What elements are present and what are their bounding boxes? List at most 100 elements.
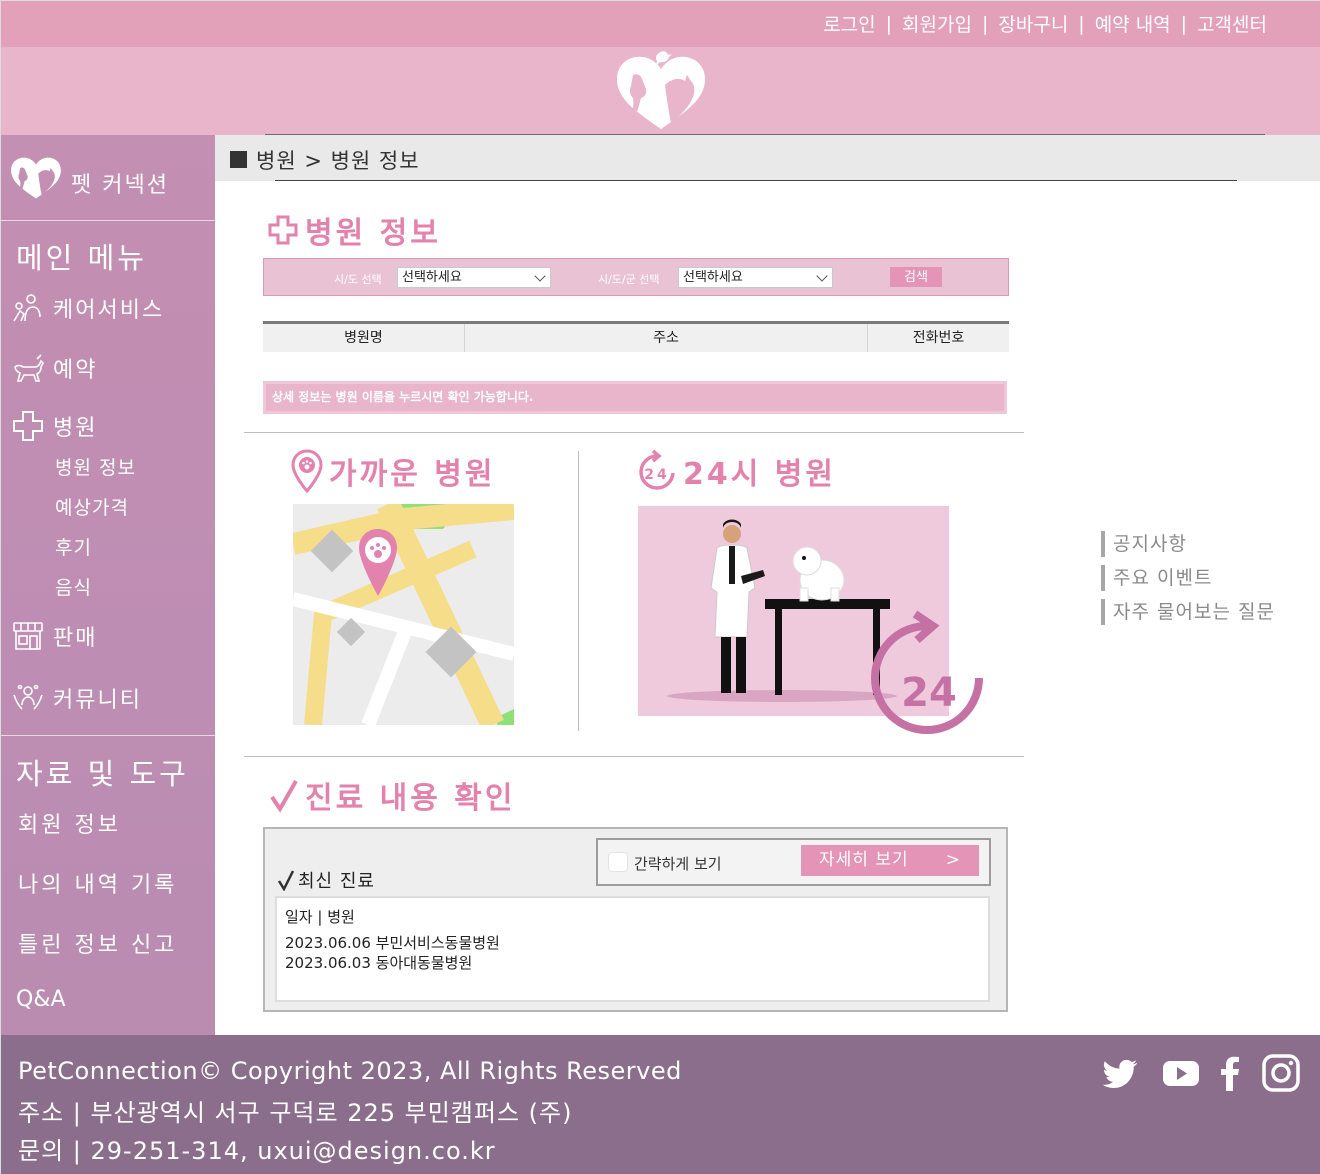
sidebar-item-label: 병원 bbox=[53, 416, 98, 441]
region-select[interactable]: 선택하세요 bbox=[397, 267, 551, 288]
instagram-icon[interactable] bbox=[1261, 1053, 1301, 1093]
region-select-value: 선택하세요 bbox=[402, 270, 462, 285]
region-label: 시/도 선택 bbox=[334, 273, 382, 286]
sidebar-item-sales[interactable]: 판매 bbox=[11, 619, 97, 653]
top-bar: 로그인 | 회원가입 | 장바구니 | 예약 내역 | 고객센터 bbox=[1, 1, 1320, 47]
location-pin-icon bbox=[291, 449, 323, 493]
treatment-controls: 간략하게 보기 자세히 보기 > bbox=[596, 838, 991, 886]
login-link[interactable]: 로그인 bbox=[823, 10, 875, 37]
treatment-title: 진료 내용 확인 bbox=[269, 773, 516, 817]
sidebar-item-reservation[interactable]: 예약 bbox=[11, 351, 97, 385]
section-divider bbox=[244, 432, 1024, 433]
column-header-address: 주소 bbox=[465, 324, 868, 352]
hospital-cross-icon bbox=[268, 215, 298, 245]
hospital-info-title-text: 병원 정보 bbox=[305, 216, 441, 251]
header bbox=[1, 47, 1320, 135]
twitter-icon[interactable] bbox=[1101, 1053, 1141, 1093]
24h-hospital-title-text: 24시 병원 bbox=[683, 457, 836, 492]
column-header-name: 병원명 bbox=[263, 324, 465, 352]
recent-treatment: 최신 진료 bbox=[277, 867, 375, 893]
section-divider bbox=[244, 756, 1024, 757]
records-header: 일자 | 병원 bbox=[285, 908, 355, 926]
clock-24-icon-text: 24 bbox=[644, 467, 669, 483]
right-quick-links: 공지사항 주요 이벤트 자주 물어보는 질문 bbox=[1101, 531, 1275, 633]
district-select-value: 선택하세요 bbox=[683, 270, 743, 285]
clock-24-icon: 24 bbox=[639, 449, 675, 490]
nearby-hospital-title: 가까운 병원 bbox=[291, 449, 495, 493]
checkmark-icon bbox=[270, 780, 298, 813]
sidebar-link-member-info[interactable]: 회원 정보 bbox=[18, 807, 121, 839]
24h-badge-text: 24 bbox=[901, 670, 957, 716]
sidebar-item-hospital[interactable]: 병원 bbox=[11, 409, 97, 443]
treatment-panel: 간략하게 보기 자세히 보기 > 최신 진료 일자 | 병원 2023.06.0… bbox=[263, 827, 1008, 1012]
community-icon bbox=[13, 684, 43, 710]
district-label: 시/도/군 선택 bbox=[598, 273, 660, 286]
chevron-right-icon: > bbox=[945, 850, 961, 870]
column-divider bbox=[578, 451, 579, 731]
sidebar: 펫 커넥션 메인 메뉴 케어서비스 예약 병원 병원 정보 예상가격 후기 음식 bbox=[1, 135, 215, 1035]
breadcrumb-text: 병원 > 병원 정보 bbox=[256, 149, 420, 173]
notice-link[interactable]: 공지사항 bbox=[1101, 531, 1275, 557]
24h-hospital-title: 24 24시 병원 bbox=[637, 449, 836, 493]
page: 로그인 | 회원가입 | 장바구니 | 예약 내역 | 고객센터 펫 커넥션 메… bbox=[0, 0, 1320, 1174]
sidebar-brand[interactable]: 펫 커넥션 bbox=[1, 135, 215, 221]
view-details-label: 자세히 보기 bbox=[819, 850, 909, 870]
sidebar-sub-reviews[interactable]: 후기 bbox=[55, 533, 92, 560]
footer: PetConnection© Copyright 2023, All Right… bbox=[1, 1035, 1320, 1174]
separator: | bbox=[1078, 12, 1085, 35]
sidebar-item-label: 케어서비스 bbox=[53, 298, 165, 323]
reservations-link[interactable]: 예약 내역 bbox=[1095, 10, 1171, 37]
faq-link[interactable]: 자주 물어보는 질문 bbox=[1101, 599, 1275, 625]
youtube-icon[interactable] bbox=[1161, 1053, 1201, 1093]
sidebar-item-label: 커뮤니티 bbox=[53, 688, 142, 713]
list-item[interactable]: 2023.06.06 부민서비스동물병원 bbox=[285, 933, 980, 953]
district-select[interactable]: 선택하세요 bbox=[678, 267, 833, 288]
separator: | bbox=[885, 12, 893, 35]
sidebar-item-community[interactable]: 커뮤니티 bbox=[11, 681, 142, 715]
dog-walk-icon bbox=[14, 354, 44, 382]
list-item[interactable]: 2023.06.03 동아대동물병원 bbox=[285, 953, 980, 973]
breadcrumb-bottom-line bbox=[275, 180, 1237, 181]
chevron-down-icon bbox=[816, 270, 828, 282]
sidebar-link-qna[interactable]: Q&A bbox=[16, 987, 66, 1012]
events-link[interactable]: 주요 이벤트 bbox=[1101, 565, 1275, 591]
sidebar-link-report-error[interactable]: 틀린 정보 신고 bbox=[18, 927, 177, 959]
cart-link[interactable]: 장바구니 bbox=[998, 10, 1068, 37]
hospital-cross-icon bbox=[13, 411, 43, 441]
sidebar-link-my-history[interactable]: 나의 내역 기록 bbox=[18, 867, 177, 899]
sidebar-sub-food[interactable]: 음식 bbox=[55, 573, 92, 600]
brand-name: 펫 커넥션 bbox=[71, 173, 169, 198]
simple-view-checkbox[interactable] bbox=[608, 852, 628, 872]
nearby-hospital-map[interactable] bbox=[293, 504, 514, 725]
chevron-down-icon bbox=[534, 270, 546, 282]
signup-link[interactable]: 회원가입 bbox=[902, 10, 972, 37]
search-button[interactable]: 검색 bbox=[890, 267, 942, 287]
sidebar-item-label: 예약 bbox=[53, 358, 98, 383]
pet-connection-logo-icon bbox=[11, 157, 61, 199]
recent-treatment-label: 최신 진료 bbox=[298, 871, 375, 892]
simple-view-label[interactable]: 간략하게 보기 bbox=[634, 853, 722, 874]
column-header-phone: 전화번호 bbox=[912, 330, 965, 346]
footer-contact: 문의 | 29-251-314, uxui@design.co.kr bbox=[18, 1137, 496, 1165]
main-menu-title: 메인 메뉴 bbox=[16, 241, 147, 275]
footer-copyright: PetConnection© Copyright 2023, All Right… bbox=[18, 1057, 682, 1085]
sidebar-sub-expected-price[interactable]: 예상가격 bbox=[55, 493, 129, 520]
separator: | bbox=[1180, 12, 1188, 35]
separator: | bbox=[981, 12, 989, 35]
store-icon bbox=[13, 622, 43, 650]
pet-connection-logo[interactable] bbox=[615, 49, 707, 133]
view-details-button[interactable]: 자세히 보기 > bbox=[801, 845, 979, 876]
sidebar-item-label: 판매 bbox=[53, 626, 98, 651]
footer-address: 주소 | 부산광역시 서구 구덕로 225 부민캠퍼스 (주) bbox=[18, 1099, 573, 1127]
breadcrumb: 병원 > 병원 정보 bbox=[215, 135, 1320, 181]
search-bar: 시/도 선택 선택하세요 시/도/군 선택 선택하세요 검색 bbox=[263, 258, 1009, 296]
care-service-icon bbox=[13, 294, 41, 322]
customer-center-link[interactable]: 고객센터 bbox=[1197, 10, 1267, 37]
24h-vet-illustration[interactable]: 24 bbox=[637, 506, 987, 746]
sidebar-item-care-service[interactable]: 케어서비스 bbox=[11, 291, 164, 325]
facebook-icon[interactable] bbox=[1211, 1053, 1251, 1093]
checkmark-icon bbox=[277, 870, 295, 891]
breadcrumb-square-icon bbox=[230, 151, 247, 168]
sidebar-sub-hospital-info[interactable]: 병원 정보 bbox=[55, 453, 136, 480]
tools-title: 자료 및 도구 bbox=[16, 757, 189, 791]
